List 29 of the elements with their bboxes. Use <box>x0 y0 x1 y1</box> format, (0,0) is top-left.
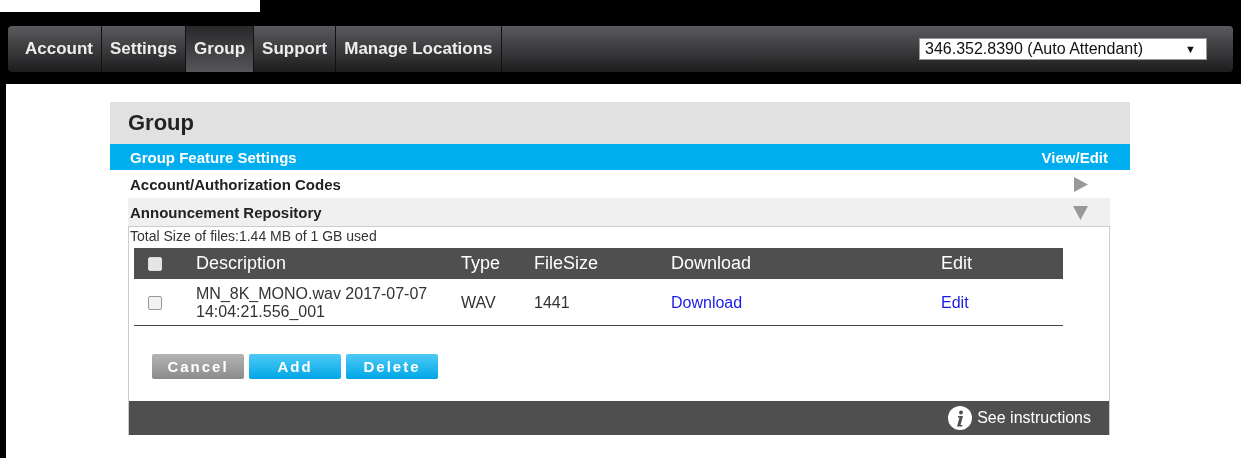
instructions-link[interactable]: See instructions <box>977 409 1091 427</box>
nav-tab[interactable]: Manage Locations <box>336 26 502 72</box>
table-cell-text: 1441 <box>534 294 571 312</box>
nav-tab[interactable]: Support <box>254 26 337 72</box>
nav-tab[interactable]: Account <box>8 26 102 72</box>
column-header: FileSize <box>534 253 600 274</box>
row-checkbox[interactable] <box>148 296 162 310</box>
select-all-checkbox[interactable] <box>148 256 162 271</box>
panel-title: Group <box>110 102 1130 144</box>
nav-tab[interactable]: Group <box>186 26 255 72</box>
accordion-title: Announcement Repository <box>130 204 322 221</box>
edit-link[interactable]: Edit <box>941 294 969 311</box>
account-select[interactable]: 346.352.8390 (Auto Attendant) ▼ <box>919 38 1207 60</box>
accordion-header[interactable]: Announcement Repository <box>128 198 1110 226</box>
info-icon <box>948 406 973 430</box>
select-value: 346.352.8390 (Auto Attendant) <box>925 40 1143 58</box>
column-header: Edit <box>941 253 974 274</box>
right-triangle-icon[interactable] <box>1073 177 1088 192</box>
dropdown-arrow: ▼ <box>1185 43 1196 55</box>
usage-text: Total Size of files:1.44 MB of 1 GB used <box>129 227 378 244</box>
column-header: Download <box>671 253 753 274</box>
column-header: Description <box>196 253 288 274</box>
column-header: Type <box>461 253 502 274</box>
section-title: Group Feature Settings <box>130 149 297 166</box>
table-cell-text: WAV <box>461 294 497 312</box>
down-triangle-icon[interactable] <box>1073 205 1088 220</box>
accordion-title: Account/Authorization Codes <box>130 176 341 193</box>
table-cell-text: MN_8K_MONO.wav 2017-07-07 14:04:21.556_001 <box>196 285 429 321</box>
download-link[interactable]: Download <box>671 294 743 311</box>
